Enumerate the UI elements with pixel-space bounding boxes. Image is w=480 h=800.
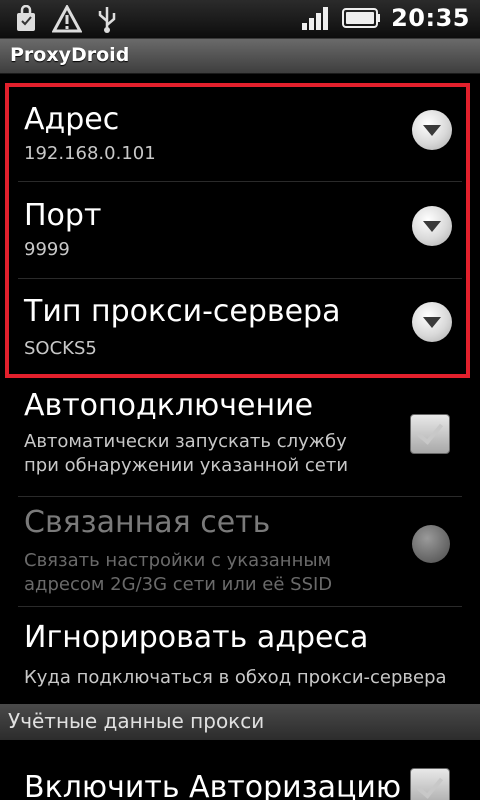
divider bbox=[18, 278, 462, 279]
pref-title: Адрес bbox=[24, 102, 120, 137]
autoconnect-checkbox[interactable] bbox=[410, 414, 450, 454]
app-title: ProxyDroid bbox=[10, 44, 130, 66]
pref-summary: SOCKS5 bbox=[24, 338, 97, 359]
category-header: Учётные данные прокси bbox=[0, 704, 480, 740]
enable-auth-checkbox[interactable] bbox=[410, 768, 450, 800]
app-title-bar: ProxyDroid bbox=[0, 39, 480, 74]
pref-title: Игнорировать адреса bbox=[24, 620, 369, 655]
battery-icon bbox=[342, 8, 381, 28]
pref-summary: 9999 bbox=[24, 239, 70, 260]
pref-summary-line: Автоматически запускать службу bbox=[24, 431, 347, 452]
dropdown-arrow-icon[interactable] bbox=[412, 302, 452, 342]
pref-autoconnect[interactable]: Автоподключение Автоматически запускать … bbox=[0, 388, 480, 498]
category-label: Учётные данные прокси bbox=[8, 709, 265, 733]
pref-title: Порт bbox=[24, 198, 102, 233]
pref-title: Включить Авторизацию bbox=[24, 770, 402, 800]
pref-linked-network: Связанная сеть Связать настройки с указа… bbox=[0, 505, 480, 605]
clock: 20:35 bbox=[391, 4, 470, 32]
pref-summary: Куда подключаться в обход прокси-сервера bbox=[24, 667, 447, 688]
pref-title: Автоподключение bbox=[24, 388, 314, 423]
pref-summary-line: при обнаружении указанной сети bbox=[24, 455, 349, 476]
usb-icon bbox=[98, 7, 116, 33]
pref-title: Связанная сеть bbox=[24, 505, 271, 540]
pref-title: Тип прокси-сервера bbox=[24, 294, 341, 329]
pref-summary-line: адресом 2G/3G сети или её SSID bbox=[24, 574, 333, 595]
pref-enable-auth[interactable]: Включить Авторизацию bbox=[0, 768, 480, 800]
bag-icon bbox=[17, 5, 35, 31]
dropdown-arrow-icon[interactable] bbox=[412, 206, 452, 246]
signal-icon bbox=[302, 7, 329, 30]
divider bbox=[18, 606, 462, 607]
pref-address[interactable]: Адрес 192.168.0.101 bbox=[0, 96, 480, 188]
warning-icon bbox=[52, 5, 82, 33]
linked-network-radio bbox=[412, 525, 450, 563]
divider bbox=[18, 496, 462, 497]
dropdown-arrow-icon[interactable] bbox=[412, 110, 452, 150]
pref-ignore-addresses[interactable]: Игнорировать адреса Куда подключаться в … bbox=[0, 620, 480, 700]
status-bar: 20:35 bbox=[0, 0, 480, 39]
pref-port[interactable]: Порт 9999 bbox=[0, 192, 480, 284]
pref-summary: 192.168.0.101 bbox=[24, 143, 156, 164]
pref-summary-line: Связать настройки с указанным bbox=[24, 550, 332, 571]
divider bbox=[18, 181, 462, 182]
pref-proxy-type[interactable]: Тип прокси-сервера SOCKS5 bbox=[0, 290, 480, 370]
